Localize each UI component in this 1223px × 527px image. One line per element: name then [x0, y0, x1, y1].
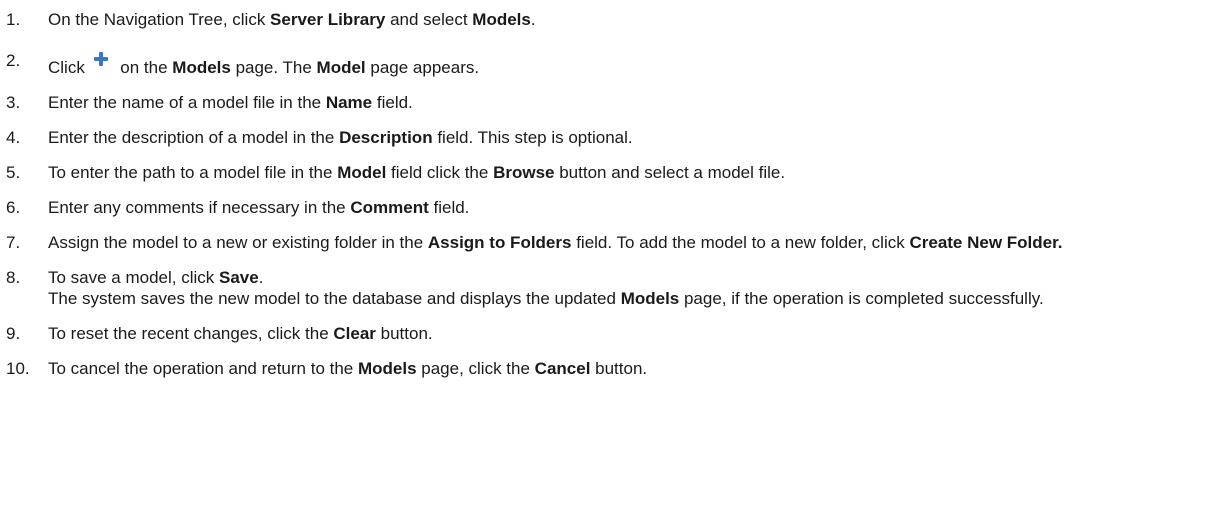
step-text: To enter the path to a model file in the	[48, 163, 338, 182]
step-number: 9.	[6, 324, 21, 343]
step-text: page. The	[230, 58, 317, 77]
step-number: 5.	[6, 163, 21, 182]
step-text: and select	[385, 10, 473, 29]
step-text: field. This step is optional.	[432, 128, 633, 147]
step-1: 1. On the Navigation Tree, click Server …	[6, 9, 1223, 30]
plus-icon	[92, 50, 110, 68]
ui-term-assign-to-folders: Assign to Folders	[427, 233, 572, 252]
ui-term-name: Name	[325, 93, 373, 112]
ui-term-server-library: Server Library	[270, 10, 386, 29]
step-number: 2.	[6, 51, 21, 70]
step-text: Enter the name of a model file in the	[48, 93, 326, 112]
step-8: 8. To save a model, click Save. The syste…	[6, 267, 1223, 309]
step-text: on the	[115, 58, 173, 77]
ui-term-models: Models	[172, 58, 231, 77]
step-text: To cancel the operation and return to th…	[48, 359, 358, 378]
step-text: Enter any comments if necessary in the	[48, 198, 351, 217]
step-text: page, if the operation is completed succ…	[679, 289, 1044, 308]
step-text: field. To add the model to a new folder,…	[571, 233, 910, 252]
ui-term-save: Save	[219, 268, 259, 287]
step-text: page appears.	[365, 58, 480, 77]
step-6: 6. Enter any comments if necessary in th…	[6, 197, 1223, 218]
ui-term-clear: Clear	[333, 324, 376, 343]
ui-term-models: Models	[472, 10, 531, 29]
step-number: 10.	[6, 359, 30, 378]
step-text: page, click the	[416, 359, 535, 378]
ui-term-description: Description	[339, 128, 433, 147]
step-text: button.	[375, 324, 433, 343]
step-text: The system saves the new model to the da…	[48, 289, 621, 308]
ui-term-browse: Browse	[493, 163, 555, 182]
step-text: .	[530, 10, 536, 29]
ui-term-cancel: Cancel	[534, 359, 591, 378]
step-3: 3. Enter the name of a model file in the…	[6, 92, 1223, 113]
step-number: 6.	[6, 198, 21, 217]
step-text: field.	[372, 93, 413, 112]
ui-term-model: Model	[337, 163, 387, 182]
step-number: 3.	[6, 93, 21, 112]
step-text: On the Navigation Tree, click	[48, 10, 271, 29]
step-text: field.	[428, 198, 470, 217]
step-number: 1.	[6, 10, 21, 29]
step-text: button.	[590, 359, 648, 378]
step-text: .	[258, 268, 264, 287]
ui-term-model: Model	[316, 58, 366, 77]
step-2: 2. Click on the Models page. The Model p…	[6, 50, 1223, 78]
step-text: Click	[48, 58, 90, 77]
step-text: Assign the model to a new or existing fo…	[48, 233, 428, 252]
ui-term-comment: Comment	[350, 198, 429, 217]
ui-term-create-new-folder: Create New Folder.	[909, 233, 1063, 252]
ui-term-models: Models	[620, 289, 680, 308]
step-text: To save a model, click	[48, 268, 220, 287]
step-9: 9. To reset the recent changes, click th…	[6, 323, 1223, 344]
step-number: 8.	[6, 268, 21, 287]
step-text: field click the	[386, 163, 494, 182]
ui-term-models: Models	[357, 359, 417, 378]
step-number: 7.	[6, 233, 21, 252]
step-7: 7. Assign the model to a new or existing…	[6, 232, 1223, 253]
step-text: button and select a model file.	[554, 163, 786, 182]
step-5: 5. To enter the path to a model file in …	[6, 162, 1223, 183]
step-10: 10. To cancel the operation and return t…	[6, 358, 1223, 379]
step-text: Enter the description of a model in the	[48, 128, 340, 147]
instructions-list: 1. On the Navigation Tree, click Server …	[0, 0, 1223, 379]
step-text: To reset the recent changes, click the	[48, 324, 334, 343]
step-number: 4.	[6, 128, 21, 147]
step-4: 4. Enter the description of a model in t…	[6, 127, 1223, 148]
